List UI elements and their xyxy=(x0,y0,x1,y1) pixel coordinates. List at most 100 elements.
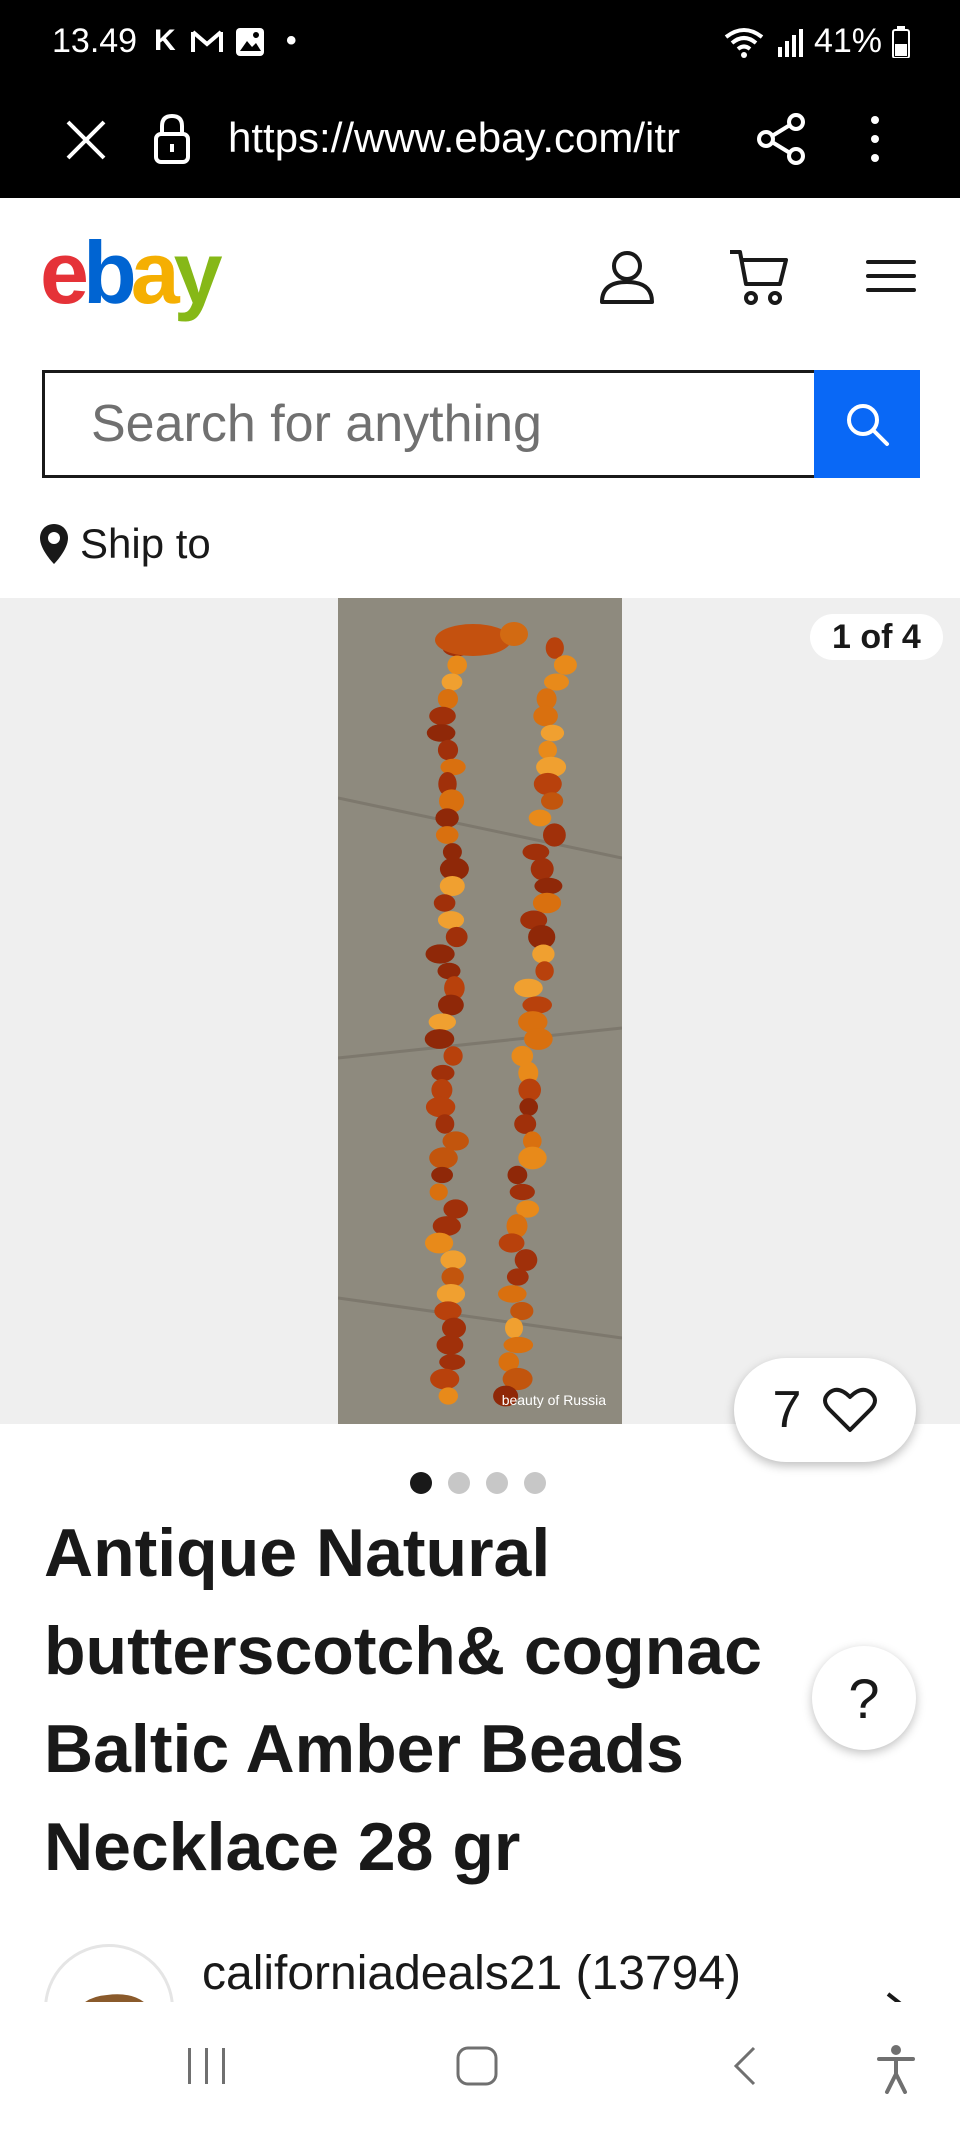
amber-bead xyxy=(544,673,569,691)
amber-bead xyxy=(522,996,552,1014)
amber-bead xyxy=(442,1317,466,1339)
site-header: ebay xyxy=(0,198,960,350)
amber-bead xyxy=(519,1098,538,1116)
home-icon[interactable] xyxy=(454,2044,500,2088)
image-gallery[interactable]: beauty of Russia 1 of 4 7 xyxy=(0,598,960,1462)
help-button[interactable]: ? xyxy=(812,1646,916,1750)
amber-bead xyxy=(431,1166,453,1184)
pagination-dot[interactable] xyxy=(524,1472,546,1494)
system-navigation-bar xyxy=(0,2004,960,2133)
pagination-dot[interactable] xyxy=(410,1472,432,1494)
back-icon[interactable] xyxy=(730,2044,760,2088)
amber-bead xyxy=(438,994,464,1016)
gmail-icon xyxy=(191,30,223,52)
amber-bead xyxy=(437,911,465,929)
amber-bead xyxy=(518,1078,541,1102)
amber-bead xyxy=(503,1336,534,1354)
amber-bead xyxy=(443,1046,463,1066)
amber-bead xyxy=(535,961,554,981)
search-button[interactable] xyxy=(814,370,920,478)
close-tab-icon[interactable] xyxy=(62,116,110,164)
amber-bead xyxy=(440,1250,466,1270)
battery-icon xyxy=(892,25,910,58)
amber-bead xyxy=(498,1233,525,1253)
gallery-pagination xyxy=(410,1472,546,1494)
product-photo[interactable]: beauty of Russia xyxy=(338,598,622,1424)
amber-bead xyxy=(424,1029,455,1049)
notification-k-icon: K xyxy=(154,24,176,57)
amber-bead xyxy=(545,637,564,659)
amber-bead xyxy=(533,705,558,727)
ebay-logo[interactable]: ebay xyxy=(40,222,223,324)
amber-bead xyxy=(435,808,459,828)
ship-to-link[interactable]: Ship to xyxy=(38,520,211,568)
logo-letter-b: b xyxy=(82,223,137,322)
amber-bead xyxy=(429,1183,448,1201)
amber-bead xyxy=(509,1183,535,1201)
amber-bead xyxy=(510,1302,534,1320)
amber-bead xyxy=(445,926,468,948)
amber-bead xyxy=(428,1013,456,1031)
logo-letter-a: a xyxy=(130,223,180,322)
amber-bead xyxy=(541,792,564,810)
seller-name[interactable]: californiadeals21 (13794) xyxy=(202,1946,741,2001)
seller-card[interactable]: californiadeals21 (13794) xyxy=(0,1940,960,2002)
amber-bead xyxy=(431,1064,455,1082)
location-pin-icon xyxy=(40,524,68,564)
clock: 13.49 xyxy=(52,22,138,60)
amber-bead xyxy=(534,877,563,895)
bear-logo xyxy=(85,1994,144,2002)
amber-bead xyxy=(530,857,554,881)
search-bar xyxy=(42,370,920,478)
amber-bead xyxy=(430,1368,460,1390)
accessibility-icon[interactable] xyxy=(876,2044,916,2094)
amber-bead xyxy=(447,655,467,675)
item-title: Antique Natural butterscotch& cognac Bal… xyxy=(44,1515,762,1885)
watch-count: 7 xyxy=(772,1381,802,1439)
amber-bead xyxy=(426,724,456,742)
ship-to-label: Ship to xyxy=(80,520,211,567)
amber-necklace-image xyxy=(338,598,622,1424)
amber-bead xyxy=(524,1028,553,1050)
amber-bead xyxy=(532,944,555,964)
photo-watermark: beauty of Russia xyxy=(501,1392,606,1408)
more-options-icon[interactable] xyxy=(860,112,890,166)
amber-bead xyxy=(441,673,463,691)
account-icon[interactable] xyxy=(598,248,656,306)
status-right: 41% xyxy=(722,22,910,61)
heart-icon xyxy=(823,1387,878,1432)
url-bar[interactable]: https://www.ebay.com/itr xyxy=(228,114,718,162)
seller-avatar[interactable] xyxy=(44,1944,174,2002)
amber-bead xyxy=(540,724,565,742)
amber-bead xyxy=(443,1199,468,1219)
recent-apps-icon[interactable] xyxy=(184,2044,230,2088)
share-icon[interactable] xyxy=(756,112,806,166)
gallery-icon xyxy=(236,28,264,56)
amber-bead xyxy=(533,772,562,796)
amber-bead xyxy=(528,809,552,827)
amber-bead xyxy=(435,1114,455,1134)
search-input[interactable] xyxy=(42,370,814,478)
pagination-dot[interactable] xyxy=(448,1472,470,1494)
battery-percent: 41% xyxy=(813,22,882,60)
search-icon xyxy=(847,404,889,446)
amber-bead xyxy=(514,1249,538,1271)
amber-bead xyxy=(518,1146,547,1170)
amber-bead xyxy=(538,740,557,760)
amber-bead xyxy=(506,1268,529,1286)
amber-bead xyxy=(505,1317,523,1339)
amber-bead xyxy=(425,944,455,964)
logo-letter-y: y xyxy=(173,223,223,322)
hamburger-menu-icon[interactable] xyxy=(866,256,916,296)
pagination-dot[interactable] xyxy=(486,1472,508,1494)
amber-bead xyxy=(435,826,459,844)
chevron-right-icon[interactable] xyxy=(880,1990,910,2002)
browser-toolbar: https://www.ebay.com/itr xyxy=(0,86,960,198)
lock-icon[interactable] xyxy=(152,112,192,166)
cart-icon[interactable] xyxy=(728,246,790,306)
amber-bead xyxy=(436,1335,464,1355)
watch-button[interactable]: 7 xyxy=(734,1358,916,1462)
amber-bead xyxy=(522,843,550,861)
amber-bead xyxy=(507,1165,528,1185)
amber-bead xyxy=(439,1354,466,1370)
